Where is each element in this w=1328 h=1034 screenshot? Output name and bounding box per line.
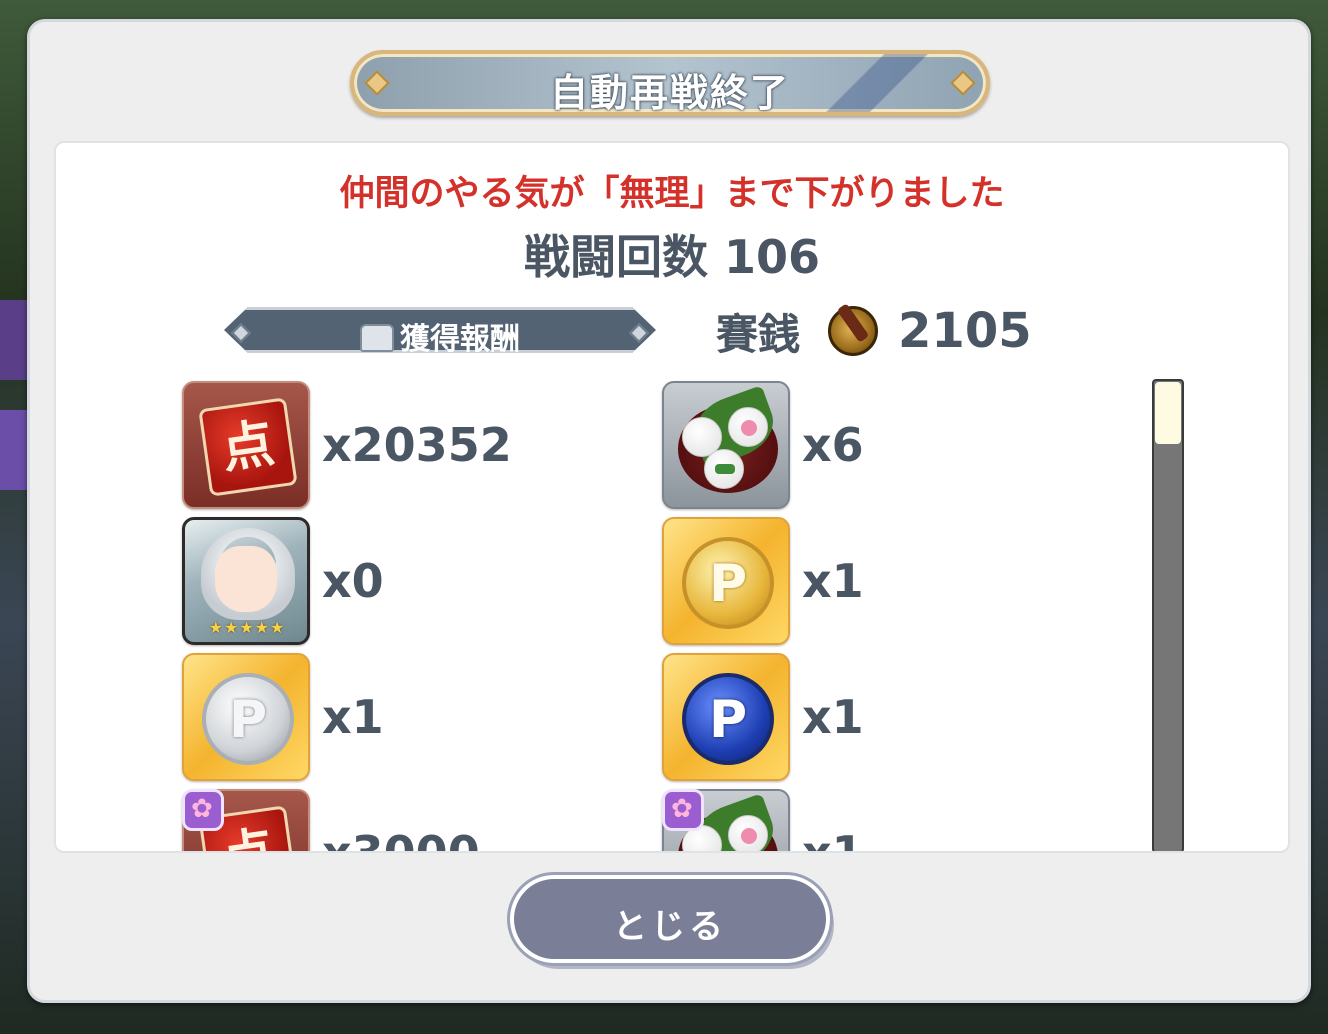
reward-count: x0: [322, 554, 384, 608]
saisen-label: 賽銭: [716, 309, 801, 359]
saisen-display: 賽銭 2105: [716, 301, 1032, 361]
reward-item: P x1: [182, 653, 602, 781]
reward-list[interactable]: 点 x20352 x6 ★★★★★ x0 P x1 P x1 P x1 ✿ x3…: [182, 381, 1142, 853]
reward-item: P x1: [662, 653, 1082, 781]
flower-bonus-badge-icon: [662, 789, 704, 831]
reward-item: P x1: [662, 517, 1082, 645]
dango-plate-bonus-icon: [662, 789, 790, 851]
saisen-value: 2105: [898, 303, 1032, 359]
reward-count: x1: [802, 554, 864, 608]
reward-count: x1: [802, 690, 864, 744]
reward-count: x1: [802, 826, 864, 853]
dango-plate-icon: [662, 381, 790, 509]
result-panel: 仲間のやる気が「無理」まで下がりました 戦闘回数 106 獲得報酬 賽銭 210…: [54, 141, 1290, 853]
title-banner: 自動再戦終了: [350, 50, 990, 116]
reward-count: x20352: [322, 418, 512, 472]
dialog-title: 自動再戦終了: [549, 71, 790, 115]
reward-count: x6: [802, 418, 864, 472]
reward-item: x1: [662, 789, 1082, 853]
reward-item: 点 x3000: [182, 789, 602, 853]
blue-p-coin-icon: P: [662, 653, 790, 781]
silver-p-coin-icon: P: [182, 653, 310, 781]
flower-bonus-badge-icon: [182, 789, 224, 831]
reward-item: x6: [662, 381, 1082, 509]
reward-item: 点 x20352: [182, 381, 602, 509]
coin-bag-icon: [828, 306, 879, 356]
rarity-stars: ★★★★★: [208, 618, 286, 637]
reward-count: x3000: [322, 826, 480, 853]
scrollbar-thumb[interactable]: [1155, 382, 1181, 444]
rewards-banner: 獲得報酬: [224, 307, 656, 353]
point-ticket-icon: 点: [182, 381, 310, 509]
reward-count: x1: [322, 690, 384, 744]
background-tab: [0, 300, 30, 380]
motivation-warning: 仲間のやる気が「無理」まで下がりました: [339, 174, 1005, 214]
close-button[interactable]: とじる: [510, 875, 830, 963]
gold-p-coin-icon: P: [662, 517, 790, 645]
reward-item: ★★★★★ x0: [182, 517, 602, 645]
auto-battle-result-dialog: 自動再戦終了 仲間のやる気が「無理」まで下がりました 戦闘回数 106 獲得報酬…: [27, 19, 1311, 1003]
background-tab: [0, 410, 30, 490]
character-card-icon: ★★★★★: [182, 517, 310, 645]
battle-count: 戦闘回数 106: [523, 230, 821, 284]
point-ticket-bonus-icon: 点: [182, 789, 310, 851]
rewards-banner-label: 獲得報酬: [400, 322, 520, 357]
close-button-label: とじる: [613, 907, 727, 947]
reward-list-scrollbar[interactable]: [1152, 379, 1184, 851]
treasure-chest-icon: [360, 324, 394, 352]
